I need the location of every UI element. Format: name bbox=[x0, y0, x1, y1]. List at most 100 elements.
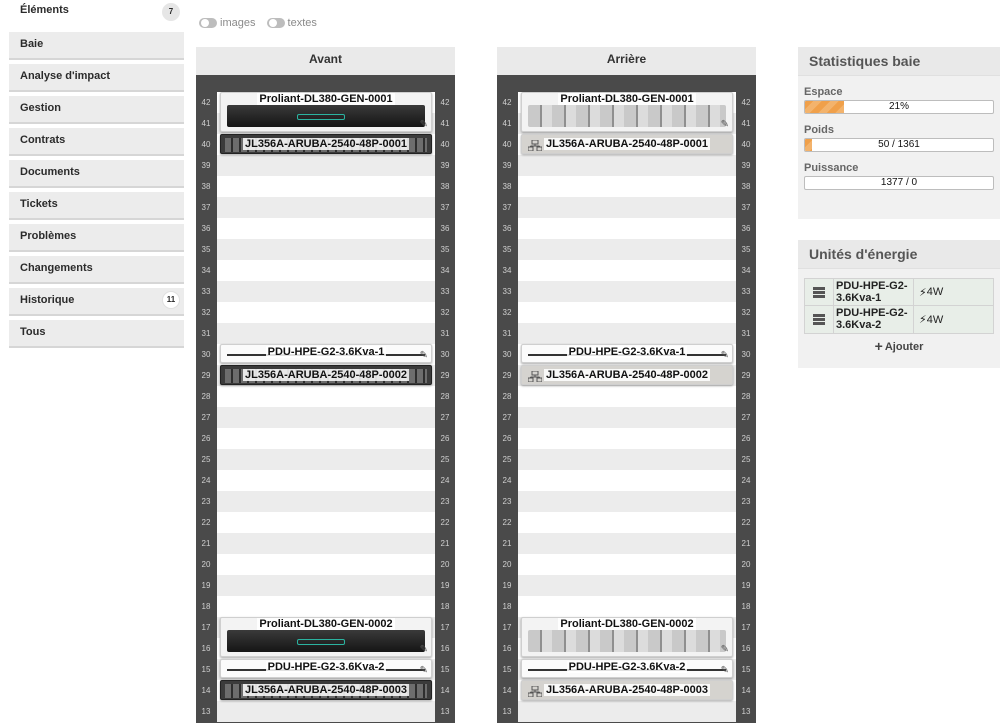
unit-number: 16 bbox=[440, 644, 450, 653]
unit-number: 34 bbox=[502, 266, 512, 275]
edit-pencil-icon[interactable]: ✎ bbox=[420, 644, 428, 655]
rack-front: Avant 42 41 40 39 38 37 36 35 34 33 32 31 30 29 28 27 26… bbox=[196, 47, 455, 723]
texts-toggle[interactable]: textes bbox=[266, 17, 317, 29]
tab-history[interactable]: Historique 11 bbox=[9, 288, 184, 316]
rack-item-server[interactable]: Proliant-DL380-GEN-0002 ✎ bbox=[521, 617, 733, 657]
rack-item-server[interactable]: Proliant-DL380-GEN-0002 ✎ bbox=[220, 617, 432, 657]
rack-unit-slot bbox=[217, 491, 435, 512]
unit-number: 39 bbox=[502, 161, 512, 170]
edit-pencil-icon[interactable]: ✎ bbox=[721, 119, 729, 130]
unit-number: 16 bbox=[741, 644, 751, 653]
edit-pencil-icon[interactable]: ✎ bbox=[420, 350, 428, 361]
unit-number: 19 bbox=[741, 581, 751, 590]
unit-number: 15 bbox=[502, 665, 512, 674]
edit-pencil-icon[interactable]: ✎ bbox=[420, 665, 428, 676]
unit-number: 32 bbox=[741, 308, 751, 317]
rack-item-label: JL356A-ARUBA-2540-48P-0003 bbox=[543, 684, 711, 696]
edit-pencil-icon[interactable]: ✎ bbox=[420, 119, 428, 130]
tab-contracts[interactable]: Contrats bbox=[9, 128, 184, 156]
tab-baie[interactable]: Baie bbox=[9, 32, 184, 60]
unit-number: 30 bbox=[502, 350, 512, 359]
rack-body: 42 41 40 39 38 37 36 35 34 33 32 31 30 29 28 27 26 25 24 23… bbox=[196, 75, 455, 723]
edit-pencil-icon[interactable]: ✎ bbox=[721, 665, 729, 676]
rack-unit-slot bbox=[217, 323, 435, 344]
unit-number: 16 bbox=[201, 644, 211, 653]
pdu-name[interactable]: PDU-HPE-G2-3.6Kva-2 bbox=[834, 306, 914, 333]
unit-number: 24 bbox=[741, 476, 751, 485]
rack-item-pdu[interactable]: PDU-HPE-G2-3.6Kva-2 ✎ bbox=[220, 659, 432, 678]
pdu-list-item[interactable]: PDU-HPE-G2-3.6Kva-2 ⚡︎ 4W bbox=[805, 306, 993, 333]
panel-title: Unités d'énergie bbox=[798, 240, 1000, 269]
toggle-switch-icon[interactable] bbox=[199, 18, 217, 28]
panel-title: Statistiques baie bbox=[798, 47, 1000, 76]
rack-unit-slot bbox=[217, 449, 435, 470]
rack-item-switch[interactable]: JL356A-ARUBA-2540-48P-0003 bbox=[220, 680, 432, 700]
rack-item-pdu[interactable]: PDU-HPE-G2-3.6Kva-2 ✎ bbox=[521, 659, 733, 678]
rack-item-switch[interactable]: JL356A-ARUBA-2540-48P-0003 bbox=[521, 680, 733, 700]
pdu-power-value: 4W bbox=[926, 286, 944, 298]
edit-pencil-icon[interactable]: ✎ bbox=[721, 350, 729, 361]
unit-number: 18 bbox=[440, 602, 450, 611]
unit-number: 17 bbox=[502, 623, 512, 632]
rack-unit-slot bbox=[217, 533, 435, 554]
tab-documents[interactable]: Documents bbox=[9, 160, 184, 188]
tab-changes[interactable]: Changements bbox=[9, 256, 184, 284]
images-toggle-label: images bbox=[220, 17, 256, 29]
images-toggle[interactable]: images bbox=[199, 17, 255, 29]
rack-item-pdu[interactable]: PDU-HPE-G2-3.6Kva-1 ✎ bbox=[521, 344, 733, 363]
rack-item-switch[interactable]: JL356A-ARUBA-2540-48P-0002 bbox=[521, 365, 733, 385]
unit-number: 35 bbox=[440, 245, 450, 254]
unit-number: 40 bbox=[741, 140, 751, 149]
rack-unit-slot bbox=[217, 176, 435, 197]
unit-number: 19 bbox=[440, 581, 450, 590]
unit-number: 29 bbox=[201, 371, 211, 380]
add-pdu-button[interactable]: + Ajouter bbox=[798, 338, 1000, 354]
pdu-icon bbox=[805, 306, 834, 333]
rack-item-pdu[interactable]: PDU-HPE-G2-3.6Kva-1 ✎ bbox=[220, 344, 432, 363]
pdu-list-item[interactable]: PDU-HPE-G2-3.6Kva-1 ⚡︎ 4W bbox=[805, 279, 993, 306]
unit-number: 22 bbox=[201, 518, 211, 527]
rack-item-server[interactable]: Proliant-DL380-GEN-0001 ✎ bbox=[220, 92, 432, 132]
unit-number: 19 bbox=[502, 581, 512, 590]
count-badge: 11 bbox=[162, 291, 180, 309]
tab-management[interactable]: Gestion bbox=[9, 96, 184, 124]
unit-number: 27 bbox=[440, 413, 450, 422]
tab-label: Historique bbox=[20, 294, 75, 306]
tab-elements[interactable]: Éléments 7 bbox=[9, 0, 184, 28]
rack-item-server[interactable]: Proliant-DL380-GEN-0001 ✎ bbox=[521, 92, 733, 132]
tab-problems[interactable]: Problèmes bbox=[9, 224, 184, 252]
unit-number: 37 bbox=[201, 203, 211, 212]
pdu-power-value: 4W bbox=[926, 313, 944, 326]
server-front-image bbox=[227, 630, 425, 652]
pdu-name[interactable]: PDU-HPE-G2-3.6Kva-1 bbox=[834, 279, 914, 305]
rack-item-label: JL356A-ARUBA-2540-48P-0002 bbox=[543, 369, 711, 381]
unit-number: 38 bbox=[440, 182, 450, 191]
rack-unit-slot bbox=[518, 302, 736, 323]
unit-number: 28 bbox=[502, 392, 512, 401]
space-progress-bar: 21% bbox=[804, 100, 994, 114]
unit-number: 35 bbox=[502, 245, 512, 254]
unit-number: 37 bbox=[440, 203, 450, 212]
unit-number: 20 bbox=[201, 560, 211, 569]
progress-text: 1377 / 0 bbox=[880, 177, 918, 188]
unit-number: 18 bbox=[741, 602, 751, 611]
rack-item-switch[interactable]: JL356A-ARUBA-2540-48P-0001 bbox=[220, 134, 432, 154]
unit-number: 20 bbox=[502, 560, 512, 569]
bolt-icon: ⚡︎ bbox=[919, 286, 927, 299]
sidebar-tabs: Éléments 7 Baie Analyse d'impact Gestion… bbox=[9, 0, 184, 352]
stat-power: Puissance 1377 / 0 bbox=[798, 162, 1000, 190]
toggle-switch-icon[interactable] bbox=[266, 18, 285, 28]
tab-tickets[interactable]: Tickets bbox=[9, 192, 184, 220]
progress-text: 21% bbox=[888, 101, 909, 112]
rack-item-switch[interactable]: JL356A-ARUBA-2540-48P-0001 bbox=[521, 134, 733, 154]
unit-number: 20 bbox=[741, 560, 751, 569]
tab-impact-analysis[interactable]: Analyse d'impact bbox=[9, 64, 184, 92]
tab-all[interactable]: Tous bbox=[9, 320, 184, 348]
energy-units-panel: Unités d'énergie PDU-HPE-G2-3.6Kva-1 ⚡︎ … bbox=[798, 240, 1000, 368]
rack-item-switch[interactable]: JL356A-ARUBA-2540-48P-0002 bbox=[220, 365, 432, 385]
unit-number: 31 bbox=[741, 329, 751, 338]
edit-pencil-icon[interactable]: ✎ bbox=[721, 644, 729, 655]
unit-number: 39 bbox=[741, 161, 751, 170]
unit-number: 34 bbox=[741, 266, 751, 275]
unit-number: 41 bbox=[201, 119, 211, 128]
